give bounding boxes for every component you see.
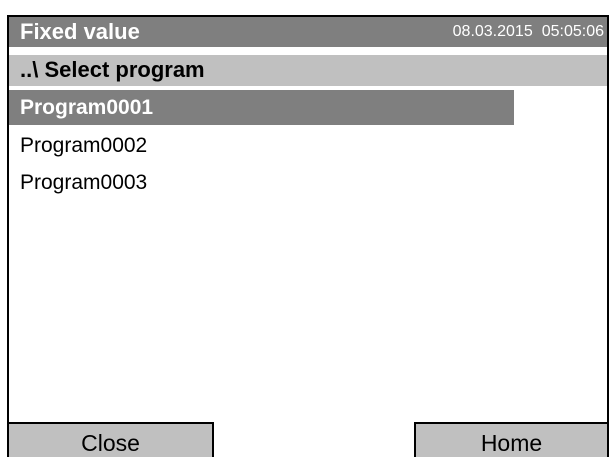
program-list: Program0001 Program0002 Program0003 bbox=[9, 90, 607, 201]
mode-title: Fixed value bbox=[20, 19, 140, 44]
display-frame: Fixed value 08.03.2015 05:05:06 ..\ Selec… bbox=[7, 15, 609, 457]
title-bar: Fixed value 08.03.2015 05:05:06 bbox=[9, 17, 607, 47]
current-time: 05:05:06 bbox=[541, 23, 604, 40]
date-time: 08.03.2015 05:05:06 bbox=[453, 23, 604, 41]
path-bar: ..\ Select program bbox=[9, 55, 607, 86]
program-label: Program0001 bbox=[20, 96, 154, 119]
controller-screen: Fixed value 08.03.2015 05:05:06 ..\ Selec… bbox=[0, 0, 609, 457]
program-item-0002[interactable]: Program0002 bbox=[9, 127, 607, 164]
program-item-0001[interactable]: Program0001 bbox=[9, 90, 607, 127]
current-date: 08.03.2015 bbox=[452, 23, 533, 40]
program-label: Program0002 bbox=[20, 134, 148, 157]
program-item-0003[interactable]: Program0003 bbox=[9, 164, 607, 201]
path-label: ..\ Select program bbox=[20, 57, 205, 82]
close-button[interactable]: Close bbox=[7, 422, 214, 457]
program-label: Program0003 bbox=[20, 171, 148, 194]
home-button[interactable]: Home bbox=[414, 422, 609, 457]
